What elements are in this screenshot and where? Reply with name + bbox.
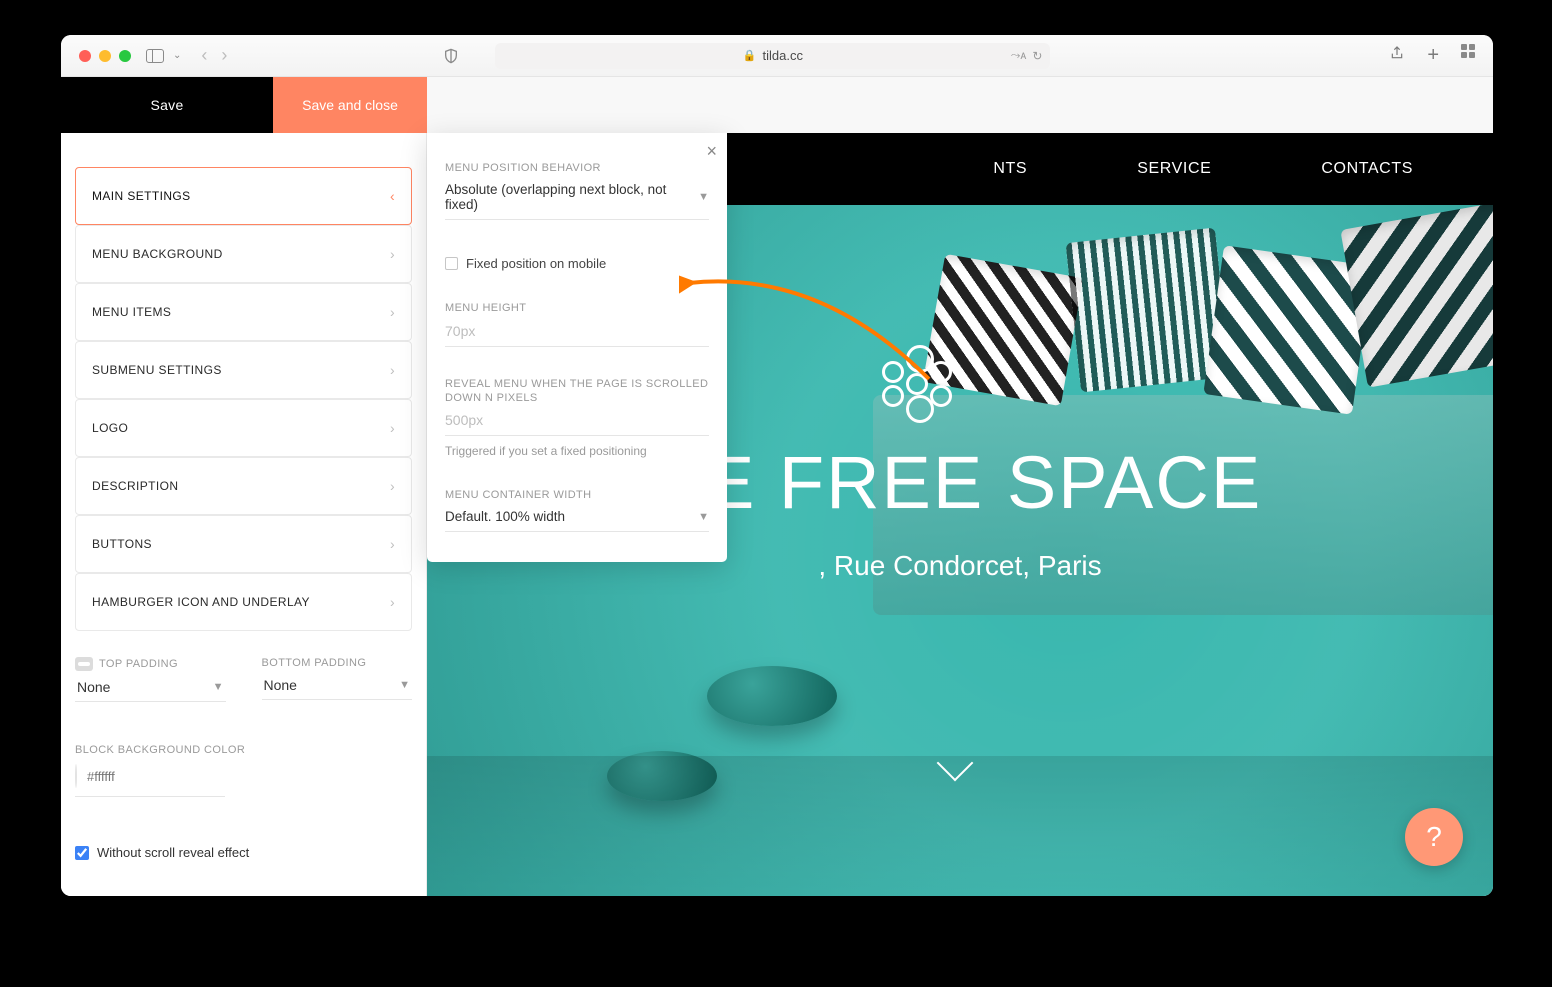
url-bar[interactable]: 🔒 tilda.cc ⤳ᴀ ↻ (495, 43, 1050, 69)
accordion-buttons[interactable]: BUTTONS › (75, 515, 412, 573)
help-button[interactable]: ? (1405, 808, 1463, 866)
shield-icon[interactable] (441, 46, 461, 66)
select-value: None (264, 677, 297, 693)
save-button[interactable]: Save (61, 77, 273, 133)
save-and-close-button[interactable]: Save and close (273, 77, 427, 133)
tabs-overview-button[interactable] (1461, 44, 1475, 67)
checkbox[interactable] (445, 257, 458, 270)
content-area: Save Save and close MAIN SETTINGS ‹ MENU… (61, 77, 1493, 896)
triangle-down-icon: ▼ (698, 191, 709, 203)
chevron-right-icon: › (390, 594, 395, 610)
triangle-down-icon: ▼ (213, 681, 224, 693)
accordion-label: BUTTONS (92, 537, 152, 551)
scroll-reveal-checkbox-row[interactable]: Without scroll reveal effect (75, 845, 412, 860)
chevron-right-icon: › (390, 536, 395, 552)
menu-height-label: MENU HEIGHT (445, 301, 709, 315)
fixed-mobile-checkbox-row[interactable]: Fixed position on mobile (445, 256, 709, 271)
top-padding-col: TOP PADDING None ▼ (75, 657, 226, 702)
select-value: None (77, 679, 110, 695)
bg-hex-input[interactable] (87, 769, 263, 784)
accordion-label: LOGO (92, 421, 128, 435)
padding-row: TOP PADDING None ▼ BOTTOM PADDING None ▼ (75, 657, 412, 702)
chevron-right-icon: › (390, 304, 395, 320)
translate-icon[interactable]: ⤳ᴀ (1011, 48, 1027, 63)
label-text: TOP PADDING (99, 658, 178, 670)
accordion-menu-background[interactable]: MENU BACKGROUND › (75, 225, 412, 283)
chevron-left-icon: ‹ (390, 188, 395, 204)
stool-graphic (707, 666, 837, 726)
select-value: Absolute (overlapping next block, not fi… (445, 182, 698, 212)
close-button[interactable]: × (706, 141, 717, 162)
forward-button[interactable]: › (221, 45, 227, 66)
accordion-label: HAMBURGER ICON AND UNDERLAY (92, 595, 310, 609)
settings-panel: MAIN SETTINGS ‹ MENU BACKGROUND › MENU I… (61, 133, 427, 896)
checkbox-label: Fixed position on mobile (466, 256, 606, 271)
nav-arrows: ‹ › (201, 45, 227, 66)
minimize-window-button[interactable] (99, 50, 111, 62)
cafe-logo-icon (878, 345, 956, 423)
browser-window: ⌄ ‹ › 🔒 tilda.cc ⤳ᴀ ↻ + (61, 35, 1493, 896)
accordion-label: MAIN SETTINGS (92, 189, 191, 203)
select-value: Default. 100% width (445, 509, 565, 524)
new-tab-button[interactable]: + (1427, 44, 1439, 67)
container-width-label: MENU CONTAINER WIDTH (445, 488, 709, 502)
sidebar-toggle-button[interactable] (145, 46, 165, 66)
share-icon[interactable] (1389, 44, 1405, 67)
main-settings-popover: × MENU POSITION BEHAVIOR Absolute (overl… (427, 133, 727, 562)
maximize-window-button[interactable] (119, 50, 131, 62)
scroll-down-icon[interactable] (942, 750, 978, 786)
top-padding-select[interactable]: None ▼ (75, 671, 226, 702)
accordion-hamburger[interactable]: HAMBURGER ICON AND UNDERLAY › (75, 573, 412, 631)
triangle-down-icon: ▼ (698, 511, 709, 523)
menu-height-input[interactable] (445, 316, 709, 347)
accordion-logo[interactable]: LOGO › (75, 399, 412, 457)
nav-item[interactable]: NTS (993, 160, 1027, 178)
padding-icon (75, 657, 93, 671)
toolbar-right: + (1389, 44, 1475, 67)
label-text: BOTTOM PADDING (262, 657, 367, 669)
container-width-select[interactable]: Default. 100% width ▼ (445, 502, 709, 532)
nav-item[interactable]: CONTACTS (1321, 160, 1413, 178)
accordion-description[interactable]: DESCRIPTION › (75, 457, 412, 515)
accordion-label: MENU BACKGROUND (92, 247, 223, 261)
triangle-down-icon: ▼ (399, 679, 410, 691)
close-window-button[interactable] (79, 50, 91, 62)
back-button[interactable]: ‹ (201, 45, 207, 66)
color-swatch[interactable] (75, 764, 77, 788)
reveal-helper-text: Triggered if you set a fixed positioning (445, 444, 709, 458)
reload-icon[interactable]: ↻ (1032, 49, 1042, 63)
chevron-right-icon: › (390, 246, 395, 262)
accordion-label: SUBMENU SETTINGS (92, 363, 222, 377)
chevron-right-icon: › (390, 420, 395, 436)
top-padding-label: TOP PADDING (75, 657, 226, 671)
browser-toolbar: ⌄ ‹ › 🔒 tilda.cc ⤳ᴀ ↻ + (61, 35, 1493, 77)
checkbox-label: Without scroll reveal effect (97, 845, 249, 860)
accordion-menu-items[interactable]: MENU ITEMS › (75, 283, 412, 341)
accordion-submenu-settings[interactable]: SUBMENU SETTINGS › (75, 341, 412, 399)
lock-icon: 🔒 (743, 49, 757, 62)
bottom-padding-select[interactable]: None ▼ (262, 669, 413, 700)
block-bg-row (75, 764, 225, 797)
position-behavior-label: MENU POSITION BEHAVIOR (445, 161, 709, 175)
scroll-reveal-checkbox[interactable] (75, 846, 89, 860)
position-behavior-select[interactable]: Absolute (overlapping next block, not fi… (445, 175, 709, 220)
accordion-label: DESCRIPTION (92, 479, 178, 493)
bottom-padding-col: BOTTOM PADDING None ▼ (262, 657, 413, 702)
window-controls (79, 50, 131, 62)
accordion-main-settings[interactable]: MAIN SETTINGS ‹ (75, 167, 412, 225)
chevron-right-icon: › (390, 478, 395, 494)
reveal-label: REVEAL MENU WHEN THE PAGE IS SCROLLED DO… (445, 377, 709, 406)
top-buttons: Save Save and close (61, 77, 1493, 133)
block-bg-label: BLOCK BACKGROUND COLOR (75, 744, 412, 756)
chevron-right-icon: › (390, 362, 395, 378)
accordion-label: MENU ITEMS (92, 305, 171, 319)
nav-item[interactable]: SERVICE (1137, 160, 1211, 178)
url-bar-right-icons: ⤳ᴀ ↻ (1011, 48, 1043, 63)
bottom-padding-label: BOTTOM PADDING (262, 657, 413, 669)
url-text: tilda.cc (763, 48, 803, 63)
sidebar-dropdown-icon[interactable]: ⌄ (173, 50, 181, 61)
reveal-pixels-input[interactable] (445, 405, 709, 436)
